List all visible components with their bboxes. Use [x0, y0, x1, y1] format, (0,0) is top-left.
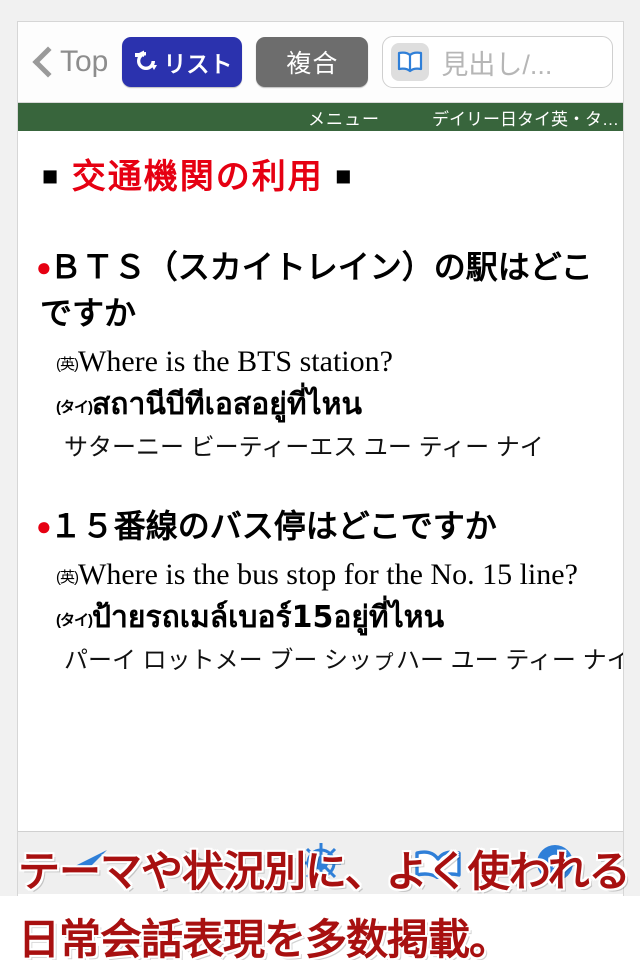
- dictionary-title[interactable]: デイリー日タイ英・タ…: [432, 105, 619, 130]
- entry-thai-text: ป้ายรถเมล์เบอร์15อยู่ที่ไหน: [92, 600, 445, 636]
- top-navigation-bar: Top リスト 複合 見出し/...: [18, 22, 623, 102]
- book-icon[interactable]: [403, 840, 473, 886]
- open-book-icon: [391, 43, 430, 81]
- entry-english-line: (英)Where is the BTS station?: [42, 341, 613, 384]
- bullet-icon: ●: [36, 511, 52, 542]
- compound-button-label: 複合: [286, 50, 339, 78]
- bullet-icon: ●: [36, 251, 52, 282]
- ship-wheel-icon[interactable]: [286, 840, 356, 886]
- english-lang-tag: (英): [56, 355, 79, 373]
- english-lang-tag: (英): [56, 568, 79, 586]
- list-button[interactable]: リスト: [122, 37, 243, 87]
- thai-lang-tag: (タイ): [56, 399, 93, 417]
- entry-item: ●ＢＴＳ（スカイトレイン）の駅はどこですか (英)Where is the BT…: [28, 244, 613, 464]
- entry-thai-line: (タイ)สถานีบีทีเอสอยู่ที่ไหน: [42, 385, 613, 424]
- entry-headword: ●１５番線のバス停はどこですか: [36, 503, 613, 549]
- article-content: ■ 交通機関の利用 ■ ●ＢＴＳ（スカイトレイン）の駅はどこですか (英)Whe…: [18, 131, 623, 831]
- app-window: Top リスト 複合 見出し/... メニュー デイリー日タイ英・タ… ■ 交通…: [17, 21, 624, 916]
- entry-english-text: Where is the bus stop for the No. 15 lin…: [78, 557, 578, 591]
- entry-kana-reading: パーイ ロットメー ブー シッㇷ゚ハー ユー ティー ナイ: [64, 647, 623, 675]
- help-question-icon[interactable]: ?: [520, 840, 590, 886]
- svg-text:?: ?: [547, 849, 563, 879]
- list-button-label: リスト: [163, 51, 233, 77]
- entry-thai-text: สถานีบีทีเอสอยู่ที่ไหน: [92, 387, 362, 423]
- square-mark-left: ■: [42, 161, 61, 191]
- promo-white-band: [0, 896, 640, 960]
- dictionary-menu-bar: メニュー デイリー日タイ英・タ…: [18, 103, 623, 131]
- entry-headword: ●ＢＴＳ（スカイトレイン）の駅はどこですか: [36, 244, 613, 337]
- section-heading: ■ 交通機関の利用 ■: [42, 157, 613, 198]
- compound-search-button[interactable]: 複合: [256, 37, 369, 87]
- menu-button[interactable]: メニュー: [308, 105, 380, 130]
- search-input-placeholder: 見出し/...: [441, 49, 553, 80]
- loop-arrow-icon: [132, 50, 158, 74]
- chevron-left-icon: [32, 45, 54, 79]
- entry-english-line: (英)Where is the bus stop for the No. 15 …: [42, 554, 613, 597]
- entry-thai-line: (タイ)ป้ายรถเมล์เบอร์15อยู่ที่ไหน: [42, 598, 613, 637]
- bottom-toolbar: ?: [18, 832, 623, 894]
- entry-english-text: Where is the BTS station?: [78, 344, 393, 378]
- square-mark-right: ■: [335, 161, 354, 191]
- section-heading-text: 交通機関の利用: [71, 158, 324, 196]
- entry-kana-reading: サターニー ビーティーエス ユー ティー ナイ: [64, 434, 544, 462]
- search-input[interactable]: 見出し/...: [382, 36, 613, 88]
- back-arrow-icon[interactable]: [52, 840, 122, 886]
- entry-item: ●１５番線のバス停はどこですか (英)Where is the bus stop…: [28, 503, 623, 676]
- entry-headword-text: １５番線のバス停はどこですか: [49, 508, 497, 545]
- app-screenshot: Top リスト 複合 見出し/... メニュー デイリー日タイ英・タ… ■ 交通…: [0, 0, 640, 960]
- thai-lang-tag: (タイ): [56, 612, 93, 630]
- forward-arrow-icon[interactable]: [169, 840, 239, 886]
- back-button-label: Top: [60, 45, 109, 78]
- entry-headword-text: ＢＴＳ（スカイトレイン）の駅はどこですか: [40, 248, 593, 332]
- back-to-top-button[interactable]: Top: [32, 45, 108, 79]
